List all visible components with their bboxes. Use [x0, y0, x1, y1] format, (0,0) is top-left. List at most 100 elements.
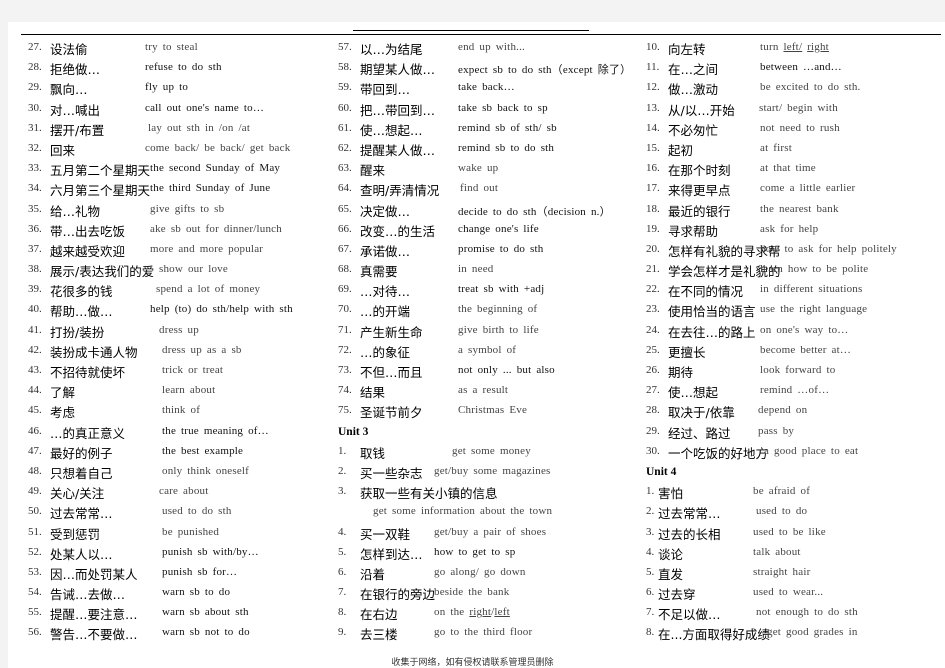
chinese-phrase: 一个吃饭的好地方 — [668, 445, 769, 461]
footer-note: 收集于网络，如有侵权请联系管理员删除 — [391, 658, 554, 668]
chinese-phrase: 过去常常… — [658, 506, 721, 522]
chinese-phrase: 在那个时刻 — [668, 163, 731, 179]
item-number: 33. — [28, 162, 42, 175]
english-phrase: straight hair — [753, 565, 811, 578]
vocab-row: 29. 经过、路过 pass by — [646, 423, 941, 443]
chinese-phrase: 获取一些有关小镇的信息 — [360, 486, 498, 502]
header-short-rule — [353, 30, 589, 31]
english-phrase: become better at… — [760, 343, 852, 356]
english-phrase: find out — [460, 182, 499, 195]
chinese-phrase: 不足以做… — [658, 607, 721, 623]
item-number: 68. — [338, 263, 352, 276]
chinese-phrase: 使…想起 — [668, 385, 719, 401]
item-number: 63. — [338, 162, 352, 175]
english-phrase: think of — [162, 404, 201, 417]
english-phrase: not need to rush — [760, 121, 840, 134]
vocab-row: get some information about the town — [338, 503, 638, 523]
vocab-row: 47. 最好的例子 the best example — [28, 443, 333, 463]
vocab-row: 51. 受到惩罚 be punished — [28, 524, 333, 544]
english-phrase: spend a lot of money — [156, 283, 261, 296]
english-phrase: in different situations — [760, 283, 863, 296]
english-phrase: at that time — [760, 162, 816, 175]
item-number: 23. — [646, 303, 660, 316]
chinese-phrase: 过去常常… — [50, 506, 113, 522]
english-phrase: the second Sunday of May — [150, 162, 281, 175]
english-phrase: depend on — [758, 404, 808, 417]
english-phrase: warn sb not to do — [162, 626, 250, 639]
vocab-row: 40. 帮助…做… help (to) do sth/help with sth — [28, 301, 333, 321]
item-number: 62. — [338, 141, 352, 154]
item-number: 53. — [28, 565, 42, 578]
item-number: 73. — [338, 364, 352, 376]
english-phrase: expect sb to do sth（except 除了） — [458, 64, 632, 77]
vocab-row: 33. 五月第二个星期天 the second Sunday of May — [28, 160, 333, 180]
chinese-phrase: 带回到… — [360, 82, 411, 98]
chinese-phrase: 告诫…去做… — [50, 587, 126, 603]
item-number: 8. — [338, 606, 347, 619]
vocab-row: 17. 来得更早点 come a little earlier — [646, 180, 941, 200]
english-phrase: lay out sth in /on /at — [148, 121, 251, 134]
item-number: 29. — [646, 424, 660, 437]
vocab-row: 21. 学会怎样才是礼貌的 learn how to be polite — [646, 261, 941, 281]
item-number: 1. — [646, 485, 655, 498]
vocab-row: 53. 因…而处罚某人 punish sb for… — [28, 564, 333, 584]
item-number: 69. — [338, 283, 352, 296]
item-number: 27. — [646, 384, 660, 397]
chinese-phrase: 向左转 — [668, 42, 706, 57]
vocab-row: 55. 提醒…要注意… warn sb about sth — [28, 604, 333, 624]
vocab-row: 11. 在…之间 between …and… — [646, 59, 941, 79]
english-phrase: fly up to — [145, 81, 189, 94]
item-number: 7. — [646, 606, 655, 619]
chinese-phrase: 带…出去吃饭 — [50, 223, 126, 239]
chinese-phrase: …的象征 — [360, 344, 411, 360]
chinese-phrase: 警告…不要做… — [50, 627, 138, 643]
item-number: 9. — [338, 626, 347, 639]
chinese-phrase: 装扮成卡通人物 — [50, 344, 138, 360]
english-phrase: punish sb with/by… — [162, 545, 259, 558]
vocab-row: 23. 使用恰当的语言 use the right language — [646, 301, 941, 321]
chinese-phrase: 沿着 — [360, 566, 386, 582]
english-phrase: change one's life — [458, 222, 539, 235]
vocab-row: 19. 寻求帮助 ask for help — [646, 221, 941, 241]
vocab-row: 27. 使…想起 remind …of… — [646, 382, 941, 402]
vocab-row: 45. 考虑 think of — [28, 402, 333, 422]
item-number: 61. — [338, 121, 352, 134]
item-number: 75. — [338, 404, 352, 417]
english-phrase: give gifts to sb — [150, 202, 225, 215]
vocab-row: 28. 取决于/依靠 depend on — [646, 402, 941, 422]
chinese-phrase: 改变…的生活 — [360, 223, 436, 239]
item-number: 49. — [28, 485, 42, 498]
chinese-phrase: …对待… — [360, 284, 411, 300]
vocab-row: 5. 直发 straight hair — [646, 564, 941, 584]
chinese-phrase: 对…喊出 — [50, 102, 101, 118]
vocab-row: 63. 醒来 wake up — [338, 160, 638, 180]
chinese-phrase: 在…之间 — [668, 62, 719, 78]
vocab-row: 74. 结果 as a result — [338, 382, 638, 402]
item-number: 29. — [28, 81, 42, 94]
vocab-row: 36. 带…出去吃饭 ake sb out for dinner/lunch — [28, 221, 333, 241]
chinese-phrase: 处某人以… — [50, 546, 113, 562]
vocab-row: 35. 给…礼物 give gifts to sb — [28, 201, 333, 221]
vocab-row: 1. 取钱 get some money — [338, 443, 638, 463]
vocab-row: 10. 向左转 turn left/ right — [646, 39, 941, 59]
vocab-row: 73. 不但…而且 not only ... but also — [338, 362, 638, 382]
vocab-row: 46. …的真正意义 the true meaning of… — [28, 423, 333, 443]
item-number: 71. — [338, 323, 352, 336]
item-number: 26. — [646, 364, 660, 376]
chinese-phrase: 给…礼物 — [50, 203, 101, 219]
vocab-row: 65. 决定做… decide to do sth（decision n.） — [338, 201, 638, 221]
vocab-row: 25. 更擅长 become better at… — [646, 342, 941, 362]
item-number: 28. — [646, 404, 660, 417]
chinese-phrase: 取决于/依靠 — [668, 405, 735, 421]
vocab-row: 5. 怎样到达… how to get to sp — [338, 544, 638, 564]
item-number: 59. — [338, 81, 352, 94]
chinese-phrase: 查明/弄清情况 — [360, 183, 440, 199]
vocab-row: 20. 怎样有礼貌的寻求帮 how to ask for help politely — [646, 241, 941, 261]
column-1: 27. 设法偷 try to steal 28. 拒绝做… refuse to do st… — [28, 39, 333, 645]
english-phrase: learn how to be polite — [760, 263, 869, 276]
english-phrase: try to steal — [145, 41, 198, 53]
item-number: 37. — [28, 242, 42, 255]
item-number: 3. — [646, 525, 655, 538]
vocab-row: 8. 在...方面取得好成绩 get good grades in — [646, 624, 941, 644]
english-phrase: get/buy a pair of shoes — [434, 525, 547, 538]
